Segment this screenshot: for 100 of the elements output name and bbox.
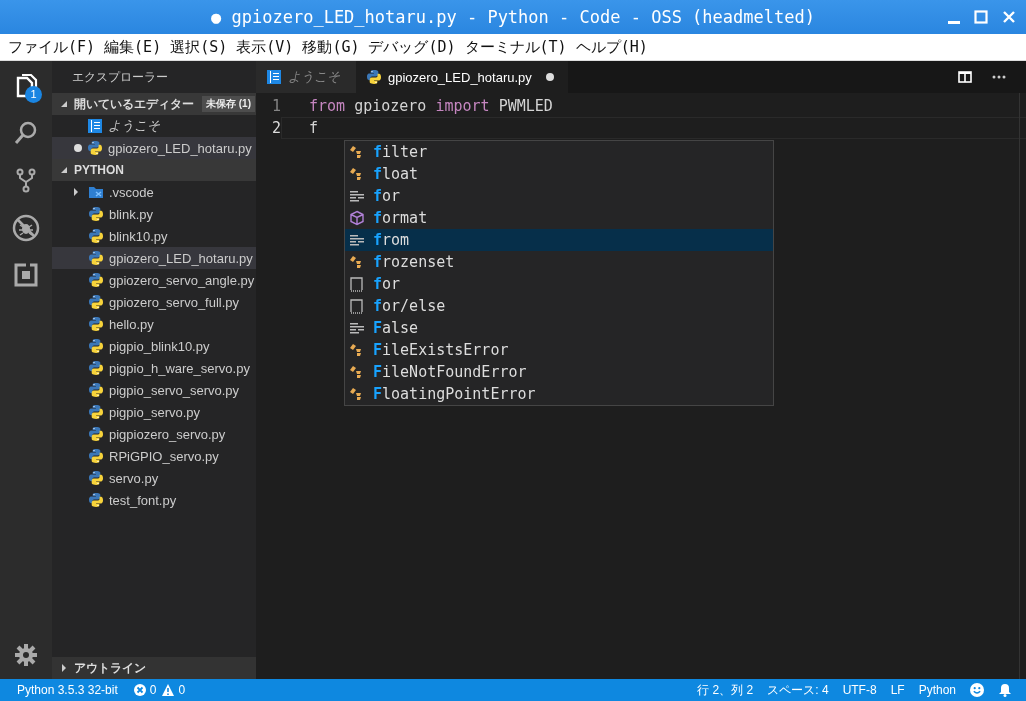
suggestion-item[interactable]: for/else <box>345 295 773 317</box>
file-name: blink10.py <box>109 228 168 244</box>
file-item[interactable]: hello.py <box>52 313 256 335</box>
search-icon <box>13 120 39 146</box>
menu-item[interactable]: 移動(G) <box>302 37 365 57</box>
editor-tab[interactable]: gpiozero_LED_hotaru.py <box>356 61 568 93</box>
file-item[interactable]: .vscode <box>52 181 256 203</box>
code-line: from gpiozero import PWMLED <box>308 96 554 117</box>
python-icon <box>88 448 104 464</box>
file-name: gpiozero_LED_hotaru.py <box>108 140 252 156</box>
file-name: pigpio_servo.py <box>109 404 201 420</box>
suggestion-item[interactable]: frozenset <box>345 251 773 273</box>
python-icon <box>88 206 104 222</box>
section-header[interactable]: PYTHON <box>52 159 256 181</box>
python-icon <box>88 492 104 508</box>
extensions-icon <box>14 263 38 287</box>
suggestion-item[interactable]: FileExistsError <box>345 339 773 361</box>
file-item[interactable]: pigpio_servo.py <box>52 401 256 423</box>
section-header[interactable]: 開いているエディター 未保存 (1) <box>52 93 256 115</box>
file-item[interactable]: gpiozero_servo_full.py <box>52 291 256 313</box>
file-item[interactable]: blink10.py <box>52 225 256 247</box>
menu-item[interactable]: デバッグ(D) <box>368 37 461 57</box>
section-title: 開いているエディター <box>74 95 194 113</box>
python-icon <box>366 69 382 85</box>
file-name: gpiozero_servo_full.py <box>109 294 240 310</box>
keyword-icon <box>349 320 365 336</box>
unsaved-dot-icon <box>74 144 82 152</box>
keyword-icon <box>349 232 365 248</box>
menu-item[interactable]: ターミナル(T) <box>464 37 572 57</box>
book-icon <box>266 69 282 85</box>
suggestion-item[interactable]: format <box>345 207 773 229</box>
suggestion-item[interactable]: filter <box>345 141 773 163</box>
file-name: servo.py <box>109 470 159 486</box>
suggestion-item[interactable]: FloatingPointError <box>345 383 773 405</box>
folder-icon <box>88 184 104 200</box>
python-icon <box>88 272 104 288</box>
file-name: .vscode <box>109 184 154 200</box>
menu-item[interactable]: 編集(E) <box>104 37 167 57</box>
section-title: アウトライン <box>74 659 146 677</box>
suggestion-item[interactable]: float <box>345 163 773 185</box>
file-name: RPiGPIO_servo.py <box>109 448 219 464</box>
maximize-icon <box>974 10 988 24</box>
file-item[interactable]: pigpio_h_ware_servo.py <box>52 357 256 379</box>
open-editor-item[interactable]: ようこそ <box>52 115 256 137</box>
file-item[interactable]: RPiGPIO_servo.py <box>52 445 256 467</box>
encoding-status[interactable]: UTF-8 <box>842 683 877 697</box>
file-name: hello.py <box>109 316 154 332</box>
cursor-position[interactable]: 行 2、列 2 <box>697 681 754 699</box>
file-name: ようこそ <box>108 117 160 135</box>
suggestion-item[interactable]: False <box>345 317 773 339</box>
python-icon <box>87 140 103 156</box>
file-item[interactable]: test_font.py <box>52 489 256 511</box>
file-item[interactable]: servo.py <box>52 467 256 489</box>
python-icon <box>88 294 104 310</box>
close-icon <box>1002 10 1016 24</box>
file-item[interactable]: gpiozero_LED_hotaru.py <box>52 247 256 269</box>
section-header[interactable]: アウトライン <box>52 657 256 679</box>
window-title: ● gpiozero_LED_hotaru.py - Python - Code - OSS (headmelted) <box>211 7 815 27</box>
menu-item[interactable]: 表示(V) <box>236 37 299 57</box>
suggestion-item[interactable]: from <box>345 229 773 251</box>
open-editor-item[interactable]: gpiozero_LED_hotaru.py <box>52 137 256 159</box>
file-name: pigpio_h_ware_servo.py <box>109 360 250 376</box>
section-title: PYTHON <box>74 163 124 177</box>
snippet-icon <box>349 276 365 292</box>
python-icon <box>88 338 104 354</box>
file-item[interactable]: gpiozero_servo_angle.py <box>52 269 256 291</box>
file-name: test_font.py <box>109 492 177 508</box>
error-icon <box>133 684 146 696</box>
suggestion-item[interactable]: for <box>345 273 773 295</box>
code-line: f <box>281 117 1026 139</box>
menu-item[interactable]: ヘルプ(H) <box>575 37 653 57</box>
language-status[interactable]: Python <box>918 683 956 697</box>
settings-icon <box>14 643 38 667</box>
debug-icon <box>12 214 40 242</box>
line-number: 2 <box>270 119 282 137</box>
interpreter-status[interactable]: Python 3.5.3 32-bit <box>17 683 118 697</box>
editor-tab[interactable]: ようこそ <box>256 61 356 93</box>
file-item[interactable]: pigpio_servo_servo.py <box>52 379 256 401</box>
suggestion-item[interactable]: FileNotFoundError <box>345 361 773 383</box>
bell-icon <box>998 683 1012 697</box>
line-number: 1 <box>270 97 282 115</box>
file-item[interactable]: pigpiozero_servo.py <box>52 423 256 445</box>
file-name: gpiozero_LED_hotaru.py <box>109 250 253 266</box>
python-icon <box>88 228 104 244</box>
file-item[interactable]: pigpio_blink10.py <box>52 335 256 357</box>
python-icon <box>88 316 104 332</box>
keyword-icon <box>349 188 365 204</box>
unsaved-dot-icon <box>545 73 554 81</box>
menu-item[interactable]: 選択(S) <box>170 37 233 57</box>
notification-badge: 1 <box>25 86 42 103</box>
python-icon <box>88 404 104 420</box>
menu-item[interactable]: ファイル(F) <box>8 37 101 57</box>
suggestion-item[interactable]: for <box>345 185 773 207</box>
problems-status[interactable]: 0 0 <box>131 683 186 697</box>
indentation-status[interactable]: スペース: 4 <box>767 681 829 699</box>
smiley-icon <box>970 683 984 697</box>
unsaved-badge: 未保存 (1) <box>202 96 255 112</box>
file-item[interactable]: blink.py <box>52 203 256 225</box>
warning-icon <box>162 684 175 696</box>
line-ending-status[interactable]: LF <box>890 683 905 697</box>
